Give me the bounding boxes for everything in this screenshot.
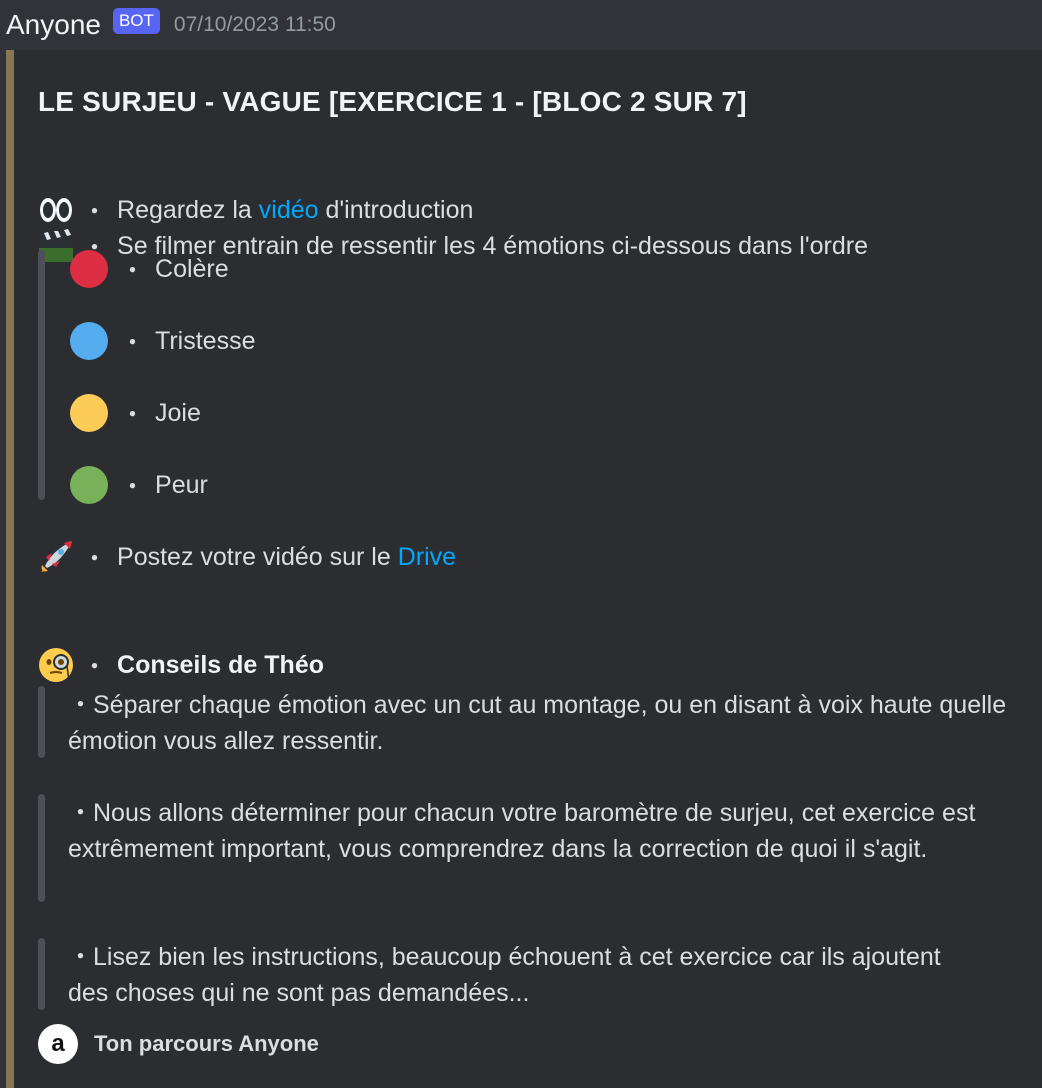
emotion-item-tristesse: ・ Tristesse [70,321,256,361]
tip-quote-bar [38,794,45,902]
film-text: Se filmer entrain de ressentir les 4 émo… [117,231,868,260]
author-name[interactable]: Anyone [6,9,101,41]
emotion-item-colere: ・ Colère [70,249,229,289]
red-circle-icon [70,250,108,288]
watch-suffix: d'introduction [318,195,474,224]
emotion-label: Peur [155,470,208,499]
face-with-monocle-icon [38,647,74,683]
tip-quote-bar [38,938,45,1010]
message-timestamp[interactable]: 07/10/2023 11:50 [174,13,336,37]
watch-prefix: Regardez la [117,195,259,224]
emotion-label: Colère [155,254,229,283]
eyes-icon [38,192,74,228]
post-prefix: Postez votre vidéo sur le [117,542,398,571]
embed-card: LE SURJEU - VAGUE [EXERCICE 1 - [BLOC 2 … [6,50,1042,1088]
embed-footer: a Ton parcours Anyone [38,1024,319,1064]
footer-text: Ton parcours Anyone [94,1031,319,1056]
drive-link[interactable]: Drive [398,543,456,572]
watch-video-line: ・ Regardez la vidéo d'introduction [38,192,473,228]
rocket-icon [38,539,74,575]
tip-item-3: ・Lisez bien les instructions, beaucoup é… [68,943,941,1007]
video-link[interactable]: vidéo [259,196,319,225]
tip-item-2: ・Nous allons déterminer pour chacun votr… [68,799,976,863]
emotions-quote-bar [38,250,45,500]
message-header: Anyone BOT 07/10/2023 11:50 [6,4,336,46]
yellow-circle-icon [70,394,108,432]
anyone-logo-icon: a [38,1024,78,1064]
green-circle-icon [70,466,108,504]
emotion-label: Joie [155,398,201,427]
embed-title: LE SURJEU - VAGUE [EXERCICE 1 - [BLOC 2 … [38,86,747,117]
tip-quote-bar [38,686,45,758]
tips-heading: ・ Conseils de Théo [38,646,324,684]
emotion-label: Tristesse [155,326,256,355]
blue-circle-icon [70,322,108,360]
post-video-line: ・ Postez votre vidéo sur le Drive [38,538,456,576]
tips-title: Conseils de Théo [117,650,324,679]
bot-badge: BOT [112,8,160,34]
tip-item-1: ・Séparer chaque émotion avec un cut au m… [68,691,1007,755]
emotion-item-peur: ・ Peur [70,465,208,505]
emotion-item-joie: ・ Joie [70,393,201,433]
